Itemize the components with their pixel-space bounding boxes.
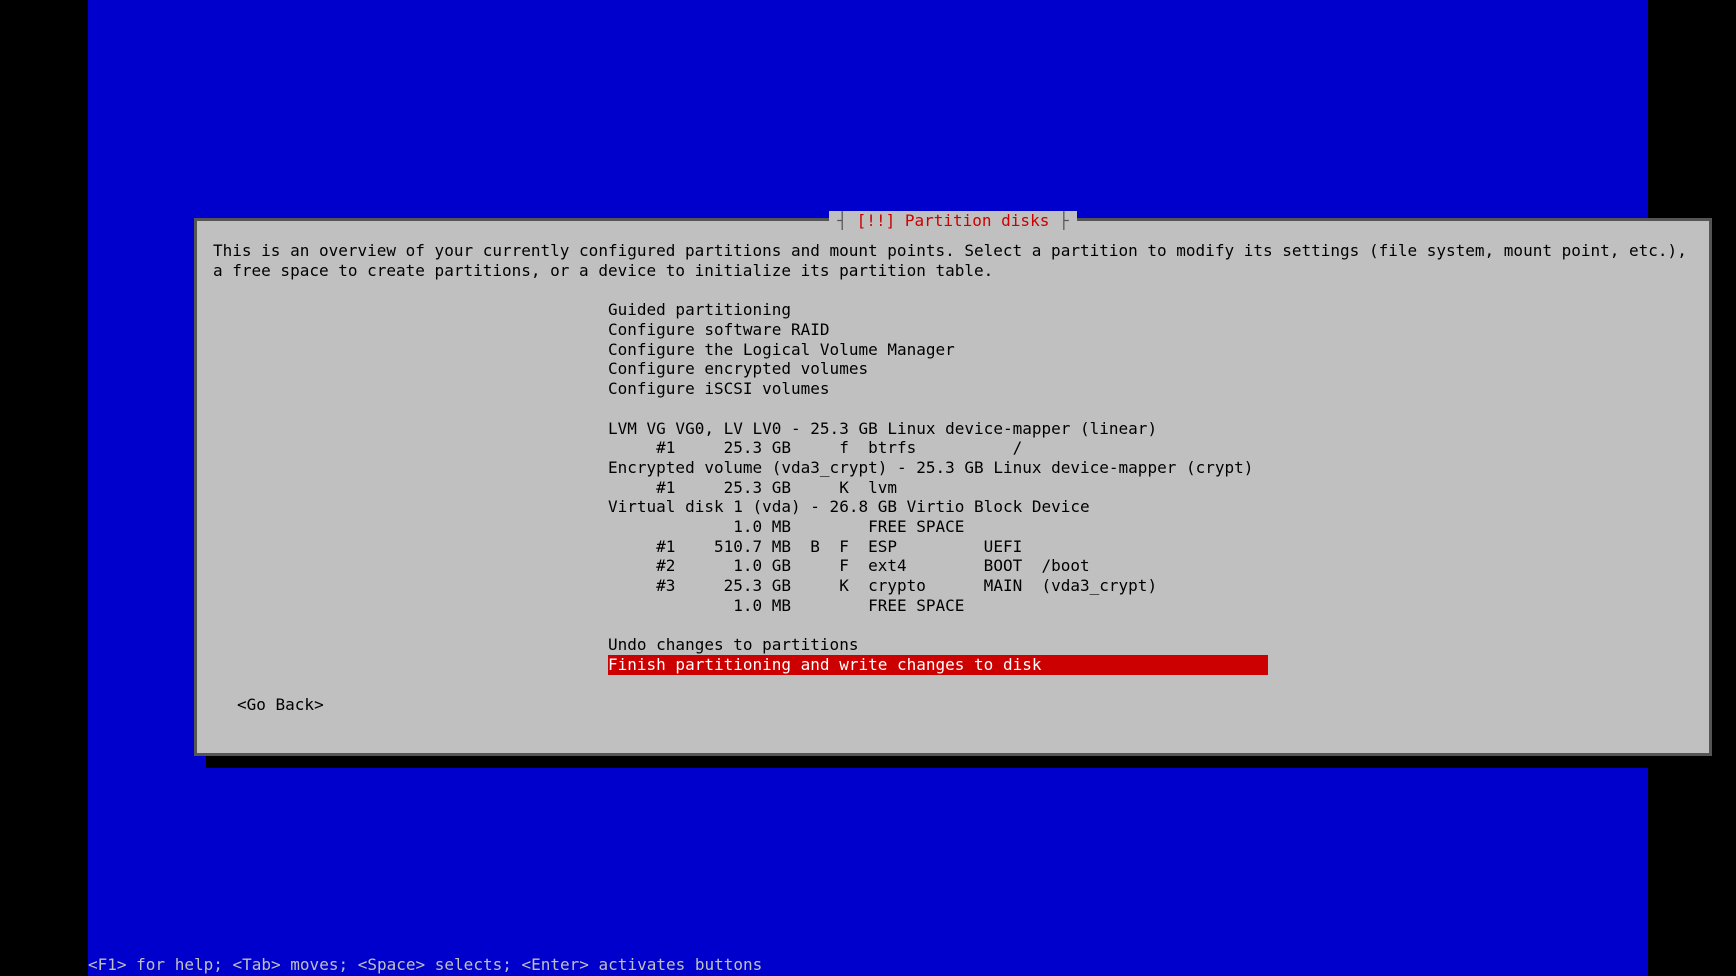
menu-list: Guided partitioning Configure software R… bbox=[608, 300, 1693, 674]
spacer bbox=[608, 615, 1693, 635]
partition-vda-2[interactable]: #2 1.0 GB F ext4 BOOT /boot bbox=[608, 556, 1693, 576]
partition-crypt-1[interactable]: #1 25.3 GB K lvm bbox=[608, 478, 1693, 498]
dialog-title-bar: [!!] Partition disks bbox=[197, 211, 1709, 230]
free-space-1[interactable]: 1.0 MB FREE SPACE bbox=[608, 517, 1693, 537]
partition-lvm-1[interactable]: #1 25.3 GB f btrfs / bbox=[608, 438, 1693, 458]
device-vda[interactable]: Virtual disk 1 (vda) - 26.8 GB Virtio Bl… bbox=[608, 497, 1693, 517]
spacer bbox=[608, 399, 1693, 419]
dialog-description: This is an overview of your currently co… bbox=[213, 241, 1693, 280]
menu-guided-partitioning[interactable]: Guided partitioning bbox=[608, 300, 1693, 320]
menu-finish-partitioning[interactable]: Finish partitioning and write changes to… bbox=[608, 655, 1268, 675]
free-space-2[interactable]: 1.0 MB FREE SPACE bbox=[608, 596, 1693, 616]
partition-vda-3[interactable]: #3 25.3 GB K crypto MAIN (vda3_crypt) bbox=[608, 576, 1693, 596]
dialog-title: [!!] Partition disks bbox=[829, 211, 1076, 230]
menu-configure-raid[interactable]: Configure software RAID bbox=[608, 320, 1693, 340]
menu-configure-encrypted[interactable]: Configure encrypted volumes bbox=[608, 359, 1693, 379]
installer-screen: [!!] Partition disks This is an overview… bbox=[88, 0, 1648, 976]
dialog-content: This is an overview of your currently co… bbox=[197, 221, 1709, 730]
menu-configure-lvm[interactable]: Configure the Logical Volume Manager bbox=[608, 340, 1693, 360]
partition-vda-1[interactable]: #1 510.7 MB B F ESP UEFI bbox=[608, 537, 1693, 557]
menu-configure-iscsi[interactable]: Configure iSCSI volumes bbox=[608, 379, 1693, 399]
partition-dialog: [!!] Partition disks This is an overview… bbox=[194, 218, 1712, 756]
menu-undo-changes[interactable]: Undo changes to partitions bbox=[608, 635, 1693, 655]
go-back-button[interactable]: <Go Back> bbox=[237, 695, 1693, 715]
status-bar: <F1> for help; <Tab> moves; <Space> sele… bbox=[88, 955, 762, 976]
device-encrypted-volume[interactable]: Encrypted volume (vda3_crypt) - 25.3 GB … bbox=[608, 458, 1693, 478]
device-lvm-vg[interactable]: LVM VG VG0, LV LV0 - 25.3 GB Linux devic… bbox=[608, 419, 1693, 439]
